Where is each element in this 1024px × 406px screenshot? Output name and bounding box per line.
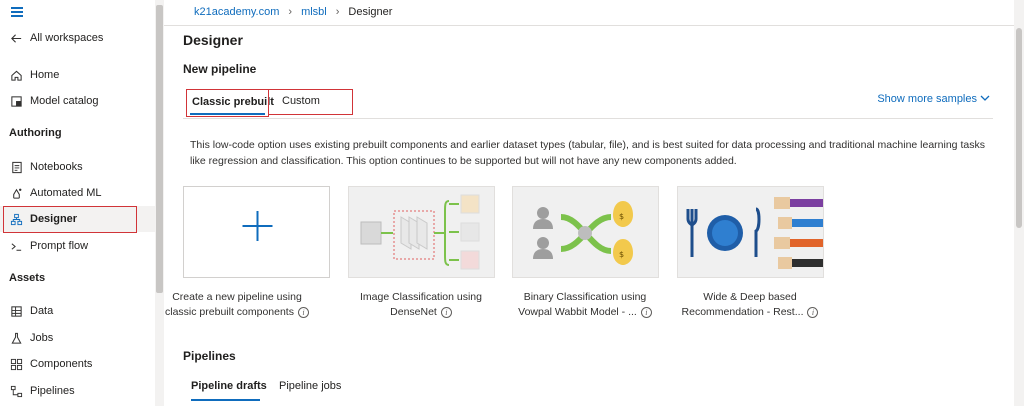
main-content: k21academy.com › mlsbl › Designer Design… — [164, 0, 1014, 406]
card-label-line: Wide & Deep based — [703, 291, 797, 303]
sample-card-image-classification[interactable] — [348, 186, 495, 278]
catalog-icon — [9, 94, 23, 108]
card-label-line: Image Classification using — [360, 291, 482, 303]
breadcrumb-link[interactable]: k21academy.com — [194, 6, 279, 18]
chevron-down-icon — [980, 93, 990, 105]
section-header-assets: Assets — [9, 272, 46, 284]
highlight-box — [186, 89, 269, 117]
sidebar-scrollbar[interactable] — [155, 0, 164, 406]
card-label: Binary Classification using Vowpal Wabbi… — [500, 290, 670, 320]
recommendation-illustration — [686, 197, 823, 269]
components-icon — [9, 357, 23, 371]
card-label-line: Vowpal Wabbit Model - ... — [518, 306, 637, 318]
automl-icon — [9, 186, 23, 200]
sidebar-item-notebooks[interactable]: Notebooks — [0, 154, 155, 180]
tab-active-indicator — [191, 399, 260, 401]
info-icon[interactable]: i — [440, 306, 452, 318]
card-label-line: Binary Classification using — [523, 291, 647, 303]
sidebar-item-label: Data — [30, 305, 54, 317]
arrow-left-icon — [9, 31, 23, 45]
pipelines-icon — [9, 384, 23, 398]
section-title-new-pipeline: New pipeline — [183, 62, 257, 76]
highlight-box — [3, 206, 137, 233]
description-text: This low-code option uses existing prebu… — [190, 139, 985, 167]
sidebar-item-label: Prompt flow — [30, 240, 89, 252]
scrollbar-thumb[interactable] — [1016, 28, 1022, 228]
create-pipeline-card[interactable] — [183, 186, 330, 278]
highlight-box — [268, 89, 353, 115]
sidebar-item-jobs[interactable]: Jobs — [0, 325, 155, 351]
sidebar-item-home[interactable]: Home — [0, 62, 155, 88]
sidebar-item-label: Notebooks — [30, 161, 83, 173]
section-title-pipelines: Pipelines — [183, 349, 236, 363]
sidebar-item-components[interactable]: Components — [0, 351, 155, 377]
image-classification-illustration — [360, 194, 480, 270]
home-icon — [9, 68, 23, 82]
card-label-line: classic prebuilt components — [165, 306, 294, 318]
card-label-line: Create a new pipeline using — [172, 291, 302, 303]
sample-card-binary-classification[interactable]: $ $ — [512, 186, 659, 278]
notebook-icon — [9, 160, 23, 174]
show-more-label: Show more samples — [877, 93, 977, 105]
main-scrollbar[interactable] — [1014, 0, 1024, 406]
sidebar-item-model-catalog[interactable]: Model catalog — [0, 88, 155, 114]
sidebar-item-label: Automated ML — [30, 187, 102, 199]
divider — [183, 118, 993, 119]
sidebar-item-label: Components — [30, 358, 93, 370]
info-icon[interactable]: i — [297, 306, 309, 318]
svg-text:$: $ — [619, 212, 624, 221]
hamburger-menu-icon[interactable] — [11, 7, 23, 17]
sidebar-item-label: Home — [30, 69, 60, 81]
sidebar-item-prompt-flow[interactable]: Prompt flow — [0, 233, 155, 259]
sidebar-item-pipelines[interactable]: Pipelines — [0, 378, 155, 404]
sidebar-item-automated-ml[interactable]: Automated ML — [0, 180, 155, 206]
chevron-right-icon: › — [335, 6, 340, 18]
breadcrumb-link[interactable]: mlsbl — [301, 6, 327, 18]
card-label: Wide & Deep based Recommendation - Rest.… — [665, 290, 835, 320]
sample-card-recommendation[interactable] — [677, 186, 824, 278]
jobs-icon — [9, 331, 23, 345]
sidebar-item-all-workspaces[interactable]: All workspaces — [0, 25, 155, 51]
info-icon[interactable]: i — [640, 306, 652, 318]
sidebar-item-label: All workspaces — [30, 32, 104, 44]
sidebar-item-label: Jobs — [30, 332, 54, 344]
card-label-line: Recommendation - Rest... — [681, 306, 804, 318]
sidebar-item-label: Pipelines — [30, 385, 75, 397]
scrollbar-thumb[interactable] — [156, 5, 163, 293]
sidebar: All workspaces Home Model catalog Author… — [0, 0, 155, 406]
sidebar-item-data[interactable]: Data — [0, 298, 155, 324]
breadcrumb: k21academy.com › mlsbl › Designer — [194, 6, 392, 18]
sidebar-item-label: Model catalog — [30, 95, 99, 107]
tab-pipeline-drafts[interactable]: Pipeline drafts — [191, 380, 267, 392]
divider — [164, 25, 1014, 26]
binary-classification-illustration: $ $ — [533, 201, 633, 265]
chevron-right-icon: › — [288, 6, 293, 18]
card-label: Image Classification using DenseNet i — [336, 290, 506, 320]
info-icon[interactable]: i — [807, 306, 819, 318]
page-title: Designer — [183, 32, 243, 48]
plus-icon — [242, 211, 273, 241]
prompt-icon — [9, 239, 23, 253]
data-icon — [9, 304, 23, 318]
show-more-samples-link[interactable]: Show more samples — [877, 93, 990, 105]
svg-text:$: $ — [619, 250, 624, 259]
section-header-authoring: Authoring — [9, 127, 62, 139]
card-label: Create a new pipeline using classic preb… — [152, 290, 322, 320]
breadcrumb-current: Designer — [348, 6, 393, 18]
card-label-line: DenseNet — [390, 306, 437, 318]
tab-pipeline-jobs[interactable]: Pipeline jobs — [279, 380, 341, 392]
